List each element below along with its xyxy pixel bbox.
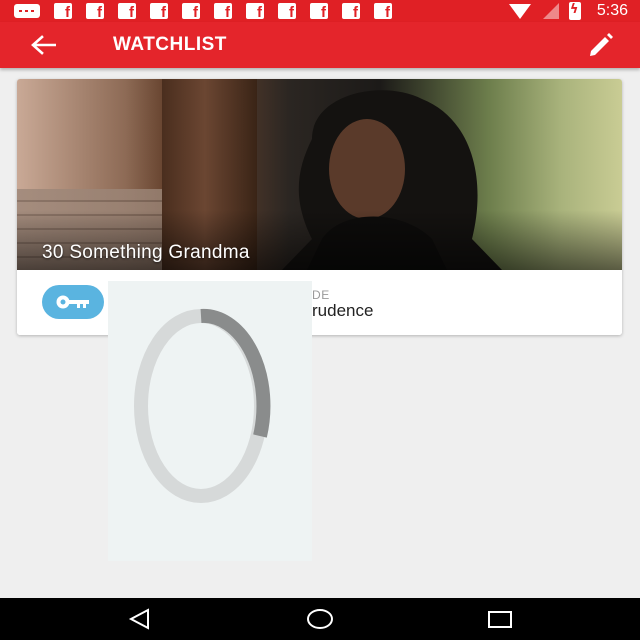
arrow-left-icon: [31, 35, 56, 55]
episode-title: rudence: [312, 301, 374, 320]
nav-back-button[interactable]: [128, 608, 152, 630]
status-bar: 5:36: [0, 0, 640, 22]
notification-icons: [14, 3, 392, 21]
message-icon: [14, 4, 40, 18]
facebook-icon: [310, 3, 328, 21]
facebook-icon: [150, 3, 168, 21]
wifi-icon: [508, 3, 531, 19]
home-circle-icon: [307, 609, 333, 629]
loading-spinner-icon: [134, 308, 271, 503]
facebook-icon: [118, 3, 136, 21]
clock: 5:36: [596, 2, 628, 19]
facebook-icon: [278, 3, 296, 21]
facebook-icon: [214, 3, 232, 21]
pencil-icon: [590, 33, 613, 56]
facebook-icon: [342, 3, 360, 21]
loading-overlay: [108, 281, 312, 561]
key-icon: [56, 295, 89, 309]
nav-recents-button[interactable]: [487, 608, 512, 630]
battery-charging-icon: [568, 2, 581, 20]
key-badge: [42, 285, 104, 319]
no-signal-icon: [541, 3, 559, 19]
back-button[interactable]: [30, 34, 56, 56]
facebook-icon: [86, 3, 104, 21]
page-title: WATCHLIST: [113, 34, 227, 55]
facebook-icon: [182, 3, 200, 21]
show-title: 30 Something Grandma: [42, 242, 250, 263]
facebook-icon: [54, 3, 72, 21]
recents-square-icon: [488, 611, 512, 628]
episode-label: DE: [312, 288, 330, 302]
facebook-icon: [374, 3, 392, 21]
navigation-bar: [0, 598, 640, 640]
nav-home-button[interactable]: [307, 608, 333, 630]
facebook-icon: [246, 3, 264, 21]
system-icons: 5:36: [508, 2, 628, 20]
app-bar: WATCHLIST: [0, 22, 640, 68]
back-triangle-icon: [128, 608, 149, 630]
edit-button[interactable]: [588, 32, 614, 58]
show-thumbnail: 30 Something Grandma: [17, 79, 622, 270]
